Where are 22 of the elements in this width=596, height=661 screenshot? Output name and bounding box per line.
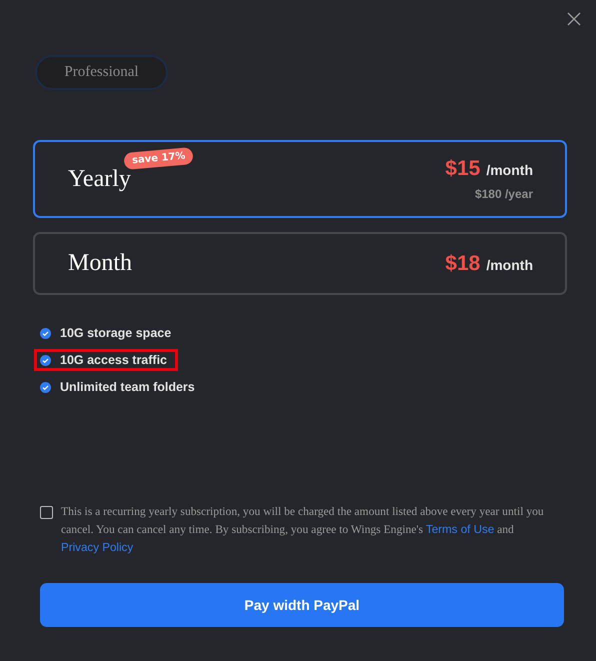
feature-text: 10G storage space [60, 326, 172, 340]
plan-tag: Professional [35, 55, 168, 90]
check-circle-icon [40, 354, 51, 366]
price-unit: /month [486, 162, 533, 178]
terms-link[interactable]: Terms of Use [426, 523, 494, 536]
check-circle-icon [40, 328, 51, 338]
pay-button[interactable]: Pay width PayPal [40, 583, 564, 627]
price: $15 [445, 157, 480, 181]
discount-badge: save 17% [123, 146, 194, 170]
price: $18 [445, 252, 480, 276]
feature-text: Unlimited team folders [60, 380, 195, 394]
close-icon[interactable] [567, 12, 581, 26]
agreement-text: This is a recurring yearly subscription, you will be charged the amount listed above every year until you cancel. You can cancel any time. By subscribing, you agree to Wings Engine's Terms of Use and Privacy Policy [61, 504, 545, 556]
plan-option[interactable]: Yearly save 17% $15 /month $180 /year [33, 140, 567, 218]
feature-text: 10G access traffic [60, 353, 168, 367]
check-circle-icon [40, 382, 51, 392]
privacy-link[interactable]: Privacy Policy [61, 541, 134, 554]
price-unit: /month [486, 256, 533, 272]
agree-checkbox[interactable] [40, 506, 53, 519]
plan-option[interactable]: Month $18 /month [33, 232, 567, 295]
yearly-total: $180 /year [474, 187, 533, 201]
plan-label: Month [68, 250, 132, 277]
